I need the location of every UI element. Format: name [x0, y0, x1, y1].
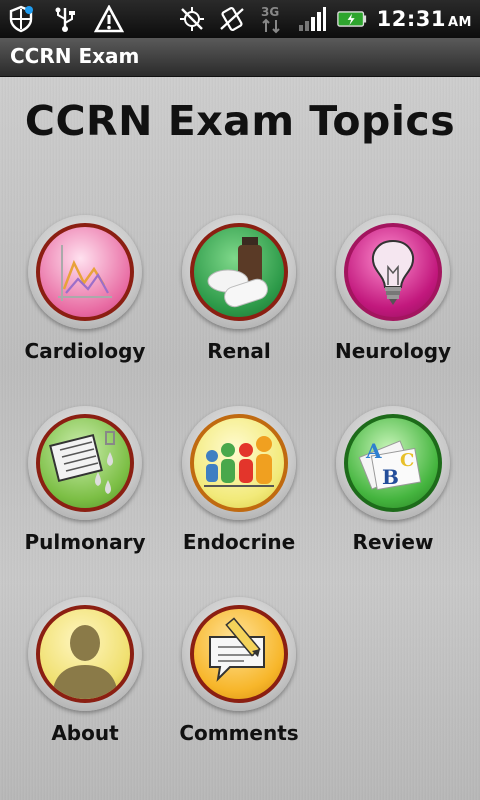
topic-button-cardiology[interactable]: Cardiology: [5, 215, 165, 395]
topic-button-renal[interactable]: Renal: [159, 215, 319, 395]
pills-icon: [207, 237, 268, 308]
document-droplets-icon: [49, 431, 115, 494]
shield-icon: [6, 4, 36, 34]
topic-button-about[interactable]: About: [5, 597, 165, 777]
people-icon: [204, 436, 274, 487]
status-time: 12:31 AM: [376, 7, 472, 31]
topic-button-review[interactable]: A B C Review: [313, 406, 473, 586]
page-heading: CCRN Exam Topics: [24, 97, 456, 145]
svg-text:B: B: [382, 465, 399, 489]
abc-cards-icon: A B C: [358, 439, 422, 491]
topic-label: Cardiology: [24, 339, 146, 363]
topic-button-pulmonary[interactable]: Pulmonary: [5, 406, 165, 586]
topic-label: Review: [352, 530, 434, 554]
main-content: CCRN Exam Topics Cardiology Renal Neurol…: [0, 77, 480, 800]
rotate-icon: [217, 4, 247, 34]
topic-button-endocrine[interactable]: Endocrine: [159, 406, 319, 586]
app-title: CCRN Exam: [10, 44, 140, 68]
topic-label: Neurology: [334, 339, 452, 363]
lightbulb-icon: [372, 239, 414, 305]
topic-label: Renal: [207, 339, 271, 363]
app-title-bar: CCRN Exam: [0, 38, 480, 77]
topic-label: Pulmonary: [24, 530, 146, 554]
topic-button-neurology[interactable]: Neurology: [313, 215, 473, 395]
svg-text:3G: 3G: [261, 5, 279, 19]
gps-off-icon: [177, 4, 207, 34]
topic-label: Comments: [179, 721, 299, 745]
speech-bubble-pencil-icon: [209, 617, 265, 682]
svg-text:C: C: [400, 450, 414, 471]
chart-icon: [58, 245, 112, 301]
usb-icon: [50, 4, 80, 34]
svg-text:A: A: [365, 439, 382, 463]
warning-icon: [94, 4, 124, 34]
signal-icon: [297, 4, 327, 34]
status-bar: 3G 12:31 AM: [0, 0, 480, 38]
topic-button-comments[interactable]: Comments: [159, 597, 319, 777]
3g-icon: 3G: [257, 4, 287, 34]
topic-label: About: [51, 721, 119, 745]
topic-label: Endocrine: [182, 530, 296, 554]
person-silhouette-icon: [52, 625, 118, 699]
battery-icon: [336, 4, 367, 34]
